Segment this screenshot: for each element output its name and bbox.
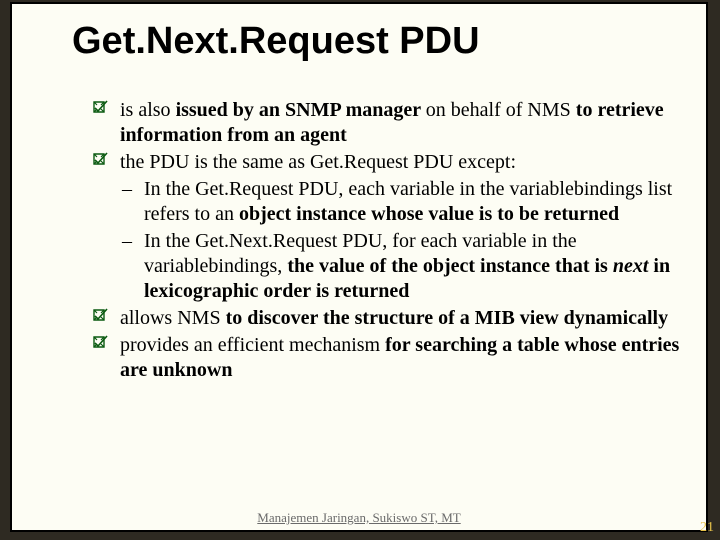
- checkbook-icon: [92, 152, 108, 168]
- bullet-text: provides an efficient mechanism for sear…: [120, 334, 679, 381]
- bullet-item: provides an efficient mechanism for sear…: [92, 333, 682, 383]
- bullet-item: is also issued by an SNMP manager on beh…: [92, 98, 682, 148]
- bullet-item: the PDU is the same as Get.Request PDU e…: [92, 150, 682, 175]
- bullet-text: In the Get.Next.Request PDU, for each va…: [144, 230, 670, 302]
- bullet-text: In the Get.Request PDU, each variable in…: [144, 178, 672, 225]
- slide-content: is also issued by an SNMP manager on beh…: [92, 98, 682, 385]
- bullet-item: allows NMS to discover the structure of …: [92, 306, 682, 331]
- checkbook-icon: [92, 308, 108, 324]
- dash-icon: –: [122, 177, 132, 202]
- dash-icon: –: [122, 229, 132, 254]
- sub-bullet-item: – In the Get.Next.Request PDU, for each …: [92, 229, 682, 304]
- checkbook-icon: [92, 100, 108, 116]
- checkbook-icon: [92, 335, 108, 351]
- bullet-text: is also issued by an SNMP manager on beh…: [120, 99, 664, 146]
- sub-bullet-item: – In the Get.Request PDU, each variable …: [92, 177, 682, 227]
- footer-text: Manajemen Jaringan, Sukiswo ST, MT: [12, 510, 706, 526]
- bullet-text: allows NMS to discover the structure of …: [120, 307, 668, 329]
- slide: Get.Next.Request PDU is also issued by a…: [10, 2, 708, 532]
- bullet-text: the PDU is the same as Get.Request PDU e…: [120, 151, 516, 173]
- slide-title: Get.Next.Request PDU: [72, 20, 480, 63]
- page-number: 21: [700, 520, 714, 536]
